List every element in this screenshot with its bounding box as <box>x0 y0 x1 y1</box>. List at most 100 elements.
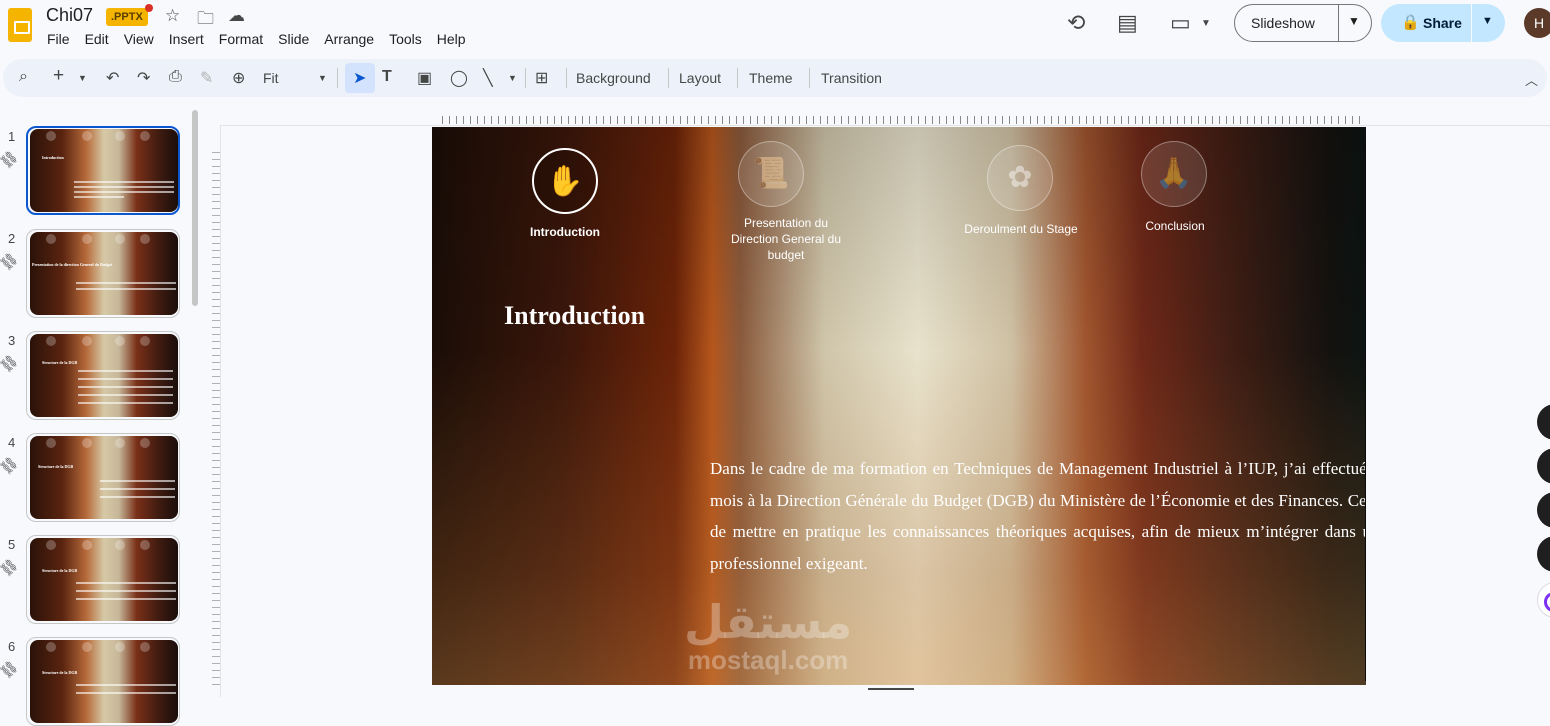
slide-number: 6 <box>8 639 16 654</box>
slide-body-text[interactable]: Dans le cadre de ma formation en Techniq… <box>710 453 1366 579</box>
nav-presentation-circle[interactable]: 📜 <box>738 141 804 207</box>
slide-thumbnail[interactable]: Structure de la DGB <box>30 436 178 519</box>
select-cursor-icon[interactable]: ➤ <box>353 68 366 88</box>
layout-button[interactable]: Layout <box>679 70 721 86</box>
link-icon: ⛓ <box>0 657 21 682</box>
menu-insert[interactable]: Insert <box>169 31 204 47</box>
filmstrip: 1 ⛓ Introduction 2 ⛓ Presentation de la … <box>0 100 200 726</box>
avatar[interactable]: H <box>1524 8 1550 38</box>
slide-number: 4 <box>8 435 16 450</box>
nav-deroulement-label: Deroulment du Stage <box>964 222 1078 236</box>
slideshow-dropdown-icon[interactable]: ▼ <box>1348 14 1360 28</box>
text-box-icon[interactable]: T <box>382 68 392 86</box>
toolbar-divider <box>525 68 526 88</box>
toolbar-divider <box>668 68 669 88</box>
redo-icon[interactable]: ↷ <box>137 68 150 88</box>
link-icon: ⛓ <box>0 147 21 172</box>
slide-thumbnail[interactable]: Structure de la DGB <box>30 640 178 723</box>
slide-number: 2 <box>8 231 16 246</box>
nav-conclusion-circle[interactable]: 🙏 <box>1141 141 1207 207</box>
watermark-url: mostaql.com <box>687 645 849 675</box>
slide-title[interactable]: Introduction <box>504 301 645 331</box>
menu-help[interactable]: Help <box>437 31 466 47</box>
watermark-arabic: مستقل <box>684 595 853 649</box>
horizontal-ruler <box>436 116 1366 124</box>
lotus-icon: ✿ <box>1007 161 1033 194</box>
zoom-select[interactable]: Fit <box>263 70 279 86</box>
menu-bar: File Edit View Insert Format Slide Arran… <box>47 31 481 47</box>
menu-tools[interactable]: Tools <box>389 31 422 47</box>
format-badge: .PPTX <box>106 8 148 26</box>
version-history-icon[interactable]: ⟲ <box>1067 10 1085 36</box>
paint-format-icon[interactable]: ✎ <box>200 68 213 88</box>
nav-introduction-circle[interactable]: ✋ <box>532 148 598 214</box>
slide-thumbnail[interactable]: Structure de la DGB <box>30 334 178 417</box>
watermark-logo: مستقل mostaql.com <box>684 597 852 673</box>
slideshow-button[interactable]: Slideshow ▼ <box>1234 4 1372 42</box>
slide-thumbnail[interactable]: Introduction <box>30 129 178 212</box>
document-title[interactable]: Chi07 <box>46 5 93 26</box>
search-menus-icon[interactable]: ⌕ <box>19 68 28 86</box>
waving-hand-icon: ✋ <box>546 165 584 198</box>
nav-introduction-label: Introduction <box>530 225 600 239</box>
filmstrip-scrollbar[interactable] <box>192 110 198 306</box>
print-icon[interactable]: ⎙ <box>169 68 182 86</box>
insert-image-icon[interactable]: ▣ <box>417 68 432 88</box>
slides-logo-icon[interactable] <box>8 8 32 42</box>
share-label: Share <box>1423 15 1462 31</box>
new-slide-dropdown-icon[interactable]: ▼ <box>78 73 87 83</box>
slide-number: 5 <box>8 537 16 552</box>
transition-button[interactable]: Transition <box>821 70 882 86</box>
slide-number: 1 <box>8 129 16 144</box>
line-dropdown-icon[interactable]: ▼ <box>508 73 517 83</box>
toolbar-divider <box>566 68 567 88</box>
new-slide-icon[interactable]: + <box>53 65 64 87</box>
menu-slide[interactable]: Slide <box>278 31 309 47</box>
toolbar: ⌕ + ▼ ↶ ↷ ⎙ ✎ ⊕ Fit ▼ ➤ T ▣ ◯ ╲ ▼ ⊞ Back… <box>3 59 1547 97</box>
vertical-ruler <box>212 146 220 686</box>
line-icon[interactable]: ╲ <box>483 68 493 88</box>
menu-format[interactable]: Format <box>219 31 263 47</box>
background-button[interactable]: Background <box>576 70 651 86</box>
shape-icon[interactable]: ◯ <box>450 68 468 88</box>
slide-number: 3 <box>8 333 16 348</box>
link-icon: ⛓ <box>0 351 21 376</box>
lock-icon: 🔒 <box>1401 14 1420 31</box>
undo-icon[interactable]: ↶ <box>106 68 119 88</box>
menu-edit[interactable]: Edit <box>85 31 109 47</box>
nav-deroulement-circle[interactable]: ✿ <box>987 145 1053 211</box>
link-icon: ⛓ <box>0 453 21 478</box>
praying-hands-icon: 🙏 <box>1155 157 1193 190</box>
menu-view[interactable]: View <box>124 31 154 47</box>
slide-canvas[interactable]: ✋ Introduction 📜 Presentation du Directi… <box>432 127 1366 685</box>
star-icon[interactable]: ☆ <box>165 6 180 26</box>
nav-presentation-label: Presentation du Direction General du bud… <box>730 216 842 262</box>
collapse-toolbar-icon[interactable]: ︿ <box>1525 70 1538 89</box>
slide-thumbnail[interactable]: Structure de la DGB <box>30 538 178 621</box>
link-icon: ⛓ <box>0 555 21 580</box>
toolbar-divider <box>737 68 738 88</box>
notification-dot <box>145 4 153 12</box>
menu-file[interactable]: File <box>47 31 70 47</box>
slideshow-separator <box>1338 5 1339 41</box>
nav-conclusion-label: Conclusion <box>1145 219 1205 233</box>
share-dropdown-icon[interactable]: ▼ <box>1482 15 1493 27</box>
meet-dropdown-icon[interactable]: ▼ <box>1201 18 1211 29</box>
cloud-status-icon[interactable]: ☁ <box>228 6 245 26</box>
theme-button[interactable]: Theme <box>749 70 793 86</box>
share-separator <box>1471 4 1472 42</box>
zoom-dropdown-icon[interactable]: ▼ <box>318 73 327 83</box>
comments-icon[interactable]: ▤ <box>1117 10 1138 36</box>
toolbar-divider <box>337 68 338 88</box>
speaker-notes-handle[interactable] <box>868 688 914 690</box>
add-comment-icon[interactable]: ⊞ <box>535 68 548 88</box>
top-bar: Chi07 .PPTX ☆ 🗀 ☁ File Edit View Insert … <box>0 0 1550 56</box>
slide-thumbnail[interactable]: Presentation de la direction General du … <box>30 232 178 315</box>
zoom-icon[interactable]: ⊕ <box>232 68 245 88</box>
meet-video-icon[interactable]: ▭ <box>1170 10 1191 36</box>
link-icon: ⛓ <box>0 249 21 274</box>
scroll-icon: 📜 <box>752 157 790 190</box>
share-button[interactable]: 🔒 Share ▼ <box>1381 4 1505 42</box>
menu-arrange[interactable]: Arrange <box>324 31 374 47</box>
toolbar-divider <box>809 68 810 88</box>
